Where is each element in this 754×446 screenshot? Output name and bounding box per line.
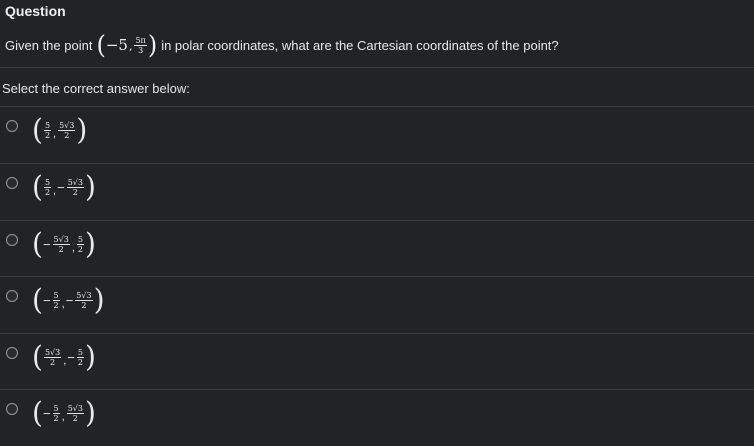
theta-denominator: 3 [138,45,144,55]
numerator: 5√3 [75,290,93,301]
denominator: 2 [44,130,51,140]
numerator: 5 [76,234,84,245]
radio-button[interactable] [6,234,18,246]
comma: , [53,128,57,140]
numerator: 5 [43,120,52,131]
denominator: 2 [64,130,70,140]
numerator: 5√3 [66,403,84,414]
radio-button[interactable] [6,120,18,132]
question-text: Given the point ( −5 , 5π 3 ) in polar c… [5,30,559,60]
polar-r: −5 [105,36,128,54]
x-coordinate: 52 [52,290,60,310]
radio-button[interactable] [6,347,18,359]
select-answer-label: Select the correct answer below: [2,81,190,96]
comma: , [63,355,67,367]
question-text-after: in polar coordinates, what are the Carte… [161,37,559,53]
question-text-before: Given the point [5,37,93,53]
denominator: 2 [72,187,78,197]
comma: , [61,298,65,310]
minus-sign: − [42,236,51,252]
close-paren: ) [84,339,96,374]
close-paren: ) [84,226,96,261]
answer-option[interactable]: (−5 2, 5√3 2) [0,390,754,446]
x-coordinate: 52 [52,403,60,423]
answer-option[interactable]: (−5√3 2, 5 2) [0,221,754,277]
open-paren: ( [32,282,43,317]
answer-coordinates: (−5 2, 5√3 2) [32,395,96,430]
numerator: 5 [43,177,52,188]
theta-numerator: 5π [134,35,147,46]
close-paren: ) [93,282,105,317]
question-title: Question [5,3,66,19]
minus-sign: − [67,349,75,365]
numerator: 5√3 [58,120,76,131]
numerator: 5√3 [52,234,70,245]
answer-coordinates: (5 2, 5√3 2) [32,112,88,147]
answer-option[interactable]: (5 2, −5√3 2) [0,164,754,220]
minus-sign: − [57,179,65,195]
numerator: 5 [52,290,60,301]
answer-coordinates: (−5 2, −5√3 2) [32,282,105,317]
x-coordinate: 5√3 2 [43,347,62,367]
y-coordinate: 52 [76,234,84,254]
answer-coordinates: (5√3 2, −5 2) [32,339,96,374]
denominator: 2 [53,413,59,423]
comma: , [53,185,57,197]
close-paren: ) [84,395,96,430]
radio-button[interactable] [6,177,18,189]
radio-button[interactable] [6,290,18,302]
numerator: 5√3 [66,177,84,188]
numerator: 5 [76,347,84,358]
close-paren: ) [76,112,88,147]
open-paren: ( [32,339,43,374]
y-coordinate: 5√3 2 [58,120,76,140]
question-header: Question Given the point ( −5 , 5π 3 ) i… [0,0,754,68]
x-coordinate: 52 [43,120,52,140]
denominator: 2 [50,357,56,367]
open-paren: ( [96,30,106,60]
y-coordinate: 52 [76,347,84,367]
denominator: 2 [77,244,83,254]
x-coordinate: 52 [43,177,52,197]
open-paren: ( [32,226,43,261]
answer-coordinates: (5 2, −5√3 2) [32,169,96,204]
polar-theta: 5π 3 [134,35,147,55]
denominator: 2 [44,187,51,197]
open-paren: ( [32,169,43,204]
denominator: 2 [53,300,59,310]
answer-option[interactable]: (5√3 2, −5 2) [0,334,754,390]
comma: , [71,242,75,254]
radio-button[interactable] [6,403,18,415]
close-paren: ) [147,30,158,60]
minus-sign: − [65,292,74,308]
x-coordinate: 5√3 2 [52,234,70,254]
close-paren: ) [84,169,96,204]
minus-sign: − [42,292,51,308]
open-paren: ( [32,395,43,430]
denominator: 2 [58,244,64,254]
answer-option[interactable]: (5 2, 5√3 2) [0,107,754,163]
polar-point: ( −5 , 5π 3 ) [96,30,158,60]
comma: , [61,411,65,423]
denominator: 2 [72,413,78,423]
answer-option[interactable]: (−5 2, −5√3 2) [0,277,754,333]
answer-coordinates: (−5√3 2, 5 2) [32,226,96,261]
minus-sign: − [42,405,51,421]
numerator: 5 [52,403,60,414]
denominator: 2 [81,300,87,310]
y-coordinate: 5√3 2 [75,290,93,310]
comma: , [128,40,133,53]
y-coordinate: 5√3 2 [66,177,84,197]
denominator: 2 [77,357,83,367]
numerator: 5√3 [43,347,62,358]
y-coordinate: 5√3 2 [66,403,84,423]
open-paren: ( [32,112,43,147]
